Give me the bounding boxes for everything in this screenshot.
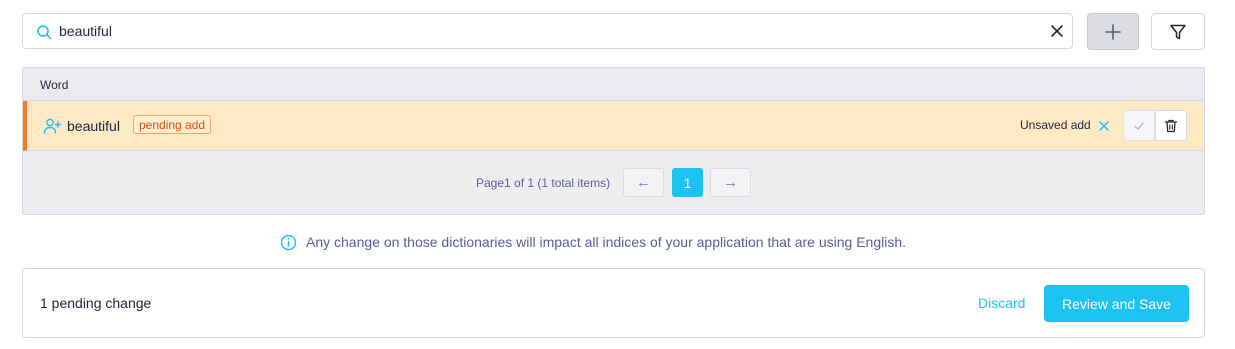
previous-page-button[interactable]: ← bbox=[623, 168, 664, 197]
unsaved-status-text: Unsaved add bbox=[1020, 118, 1091, 132]
word-text: beautiful bbox=[67, 118, 120, 134]
discard-button[interactable]: Discard bbox=[978, 295, 1025, 311]
add-word-button[interactable] bbox=[1087, 13, 1139, 50]
review-and-save-button[interactable]: Review and Save bbox=[1044, 285, 1189, 322]
info-text: Any change on those dictionaries will im… bbox=[306, 234, 907, 250]
page-button-current[interactable]: 1 bbox=[672, 168, 703, 197]
table-header: Word bbox=[23, 68, 1204, 101]
check-icon bbox=[1134, 121, 1144, 130]
column-header-word: Word bbox=[40, 78, 69, 92]
dictionary-table: Word beautiful pending add Unsaved add P… bbox=[22, 67, 1205, 215]
search-input[interactable] bbox=[59, 20, 1039, 42]
table-row: beautiful pending add Unsaved add bbox=[23, 101, 1204, 151]
pending-count-text: 1 pending change bbox=[40, 295, 152, 311]
filter-icon bbox=[1170, 24, 1186, 39]
info-icon bbox=[280, 234, 297, 251]
search-icon bbox=[37, 25, 52, 40]
confirm-button[interactable] bbox=[1123, 110, 1155, 141]
trash-icon bbox=[1164, 119, 1178, 132]
delete-button[interactable] bbox=[1155, 110, 1187, 141]
close-icon[interactable] bbox=[1098, 120, 1110, 132]
clear-icon[interactable] bbox=[1050, 24, 1064, 38]
user-plus-icon bbox=[43, 118, 61, 134]
search-bar bbox=[22, 13, 1073, 49]
next-page-button[interactable]: → bbox=[710, 168, 751, 197]
pending-changes-bar: 1 pending change Discard Review and Save bbox=[22, 268, 1205, 338]
status-badge: pending add bbox=[133, 115, 212, 134]
plus-icon bbox=[1105, 23, 1121, 40]
pagination-text: Page1 of 1 (1 total items) bbox=[476, 176, 611, 190]
filter-button[interactable] bbox=[1151, 13, 1205, 50]
